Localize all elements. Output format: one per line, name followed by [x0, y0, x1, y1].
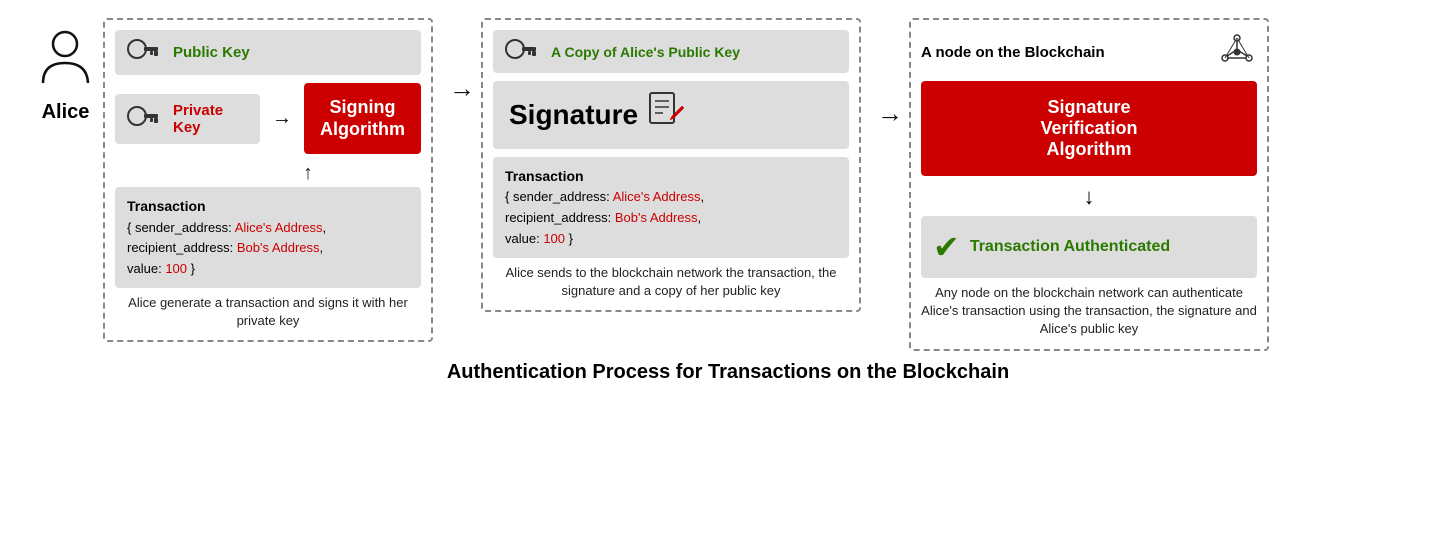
section2-box: A Copy of Alice's Public Key Signature: [481, 18, 861, 312]
private-key-icon: [127, 105, 163, 132]
transaction-line1-2: { sender_address: Alice's Address,: [505, 187, 837, 208]
section1-box: Public Key Private Key →: [103, 18, 433, 342]
arrow-2-to-3: →: [871, 18, 909, 129]
transaction-line1-1: { sender_address: Alice's Address,: [127, 218, 409, 239]
public-key-copy-icon: [505, 38, 541, 65]
private-key-box: Private Key: [115, 94, 260, 144]
arrow-1-to-2: →: [443, 18, 481, 104]
down-arrow-verif: ↓: [921, 184, 1257, 210]
footer-title: Authentication Process for Transactions …: [38, 361, 1418, 384]
public-key-label: Public Key: [173, 44, 250, 61]
public-key-copy-label: A Copy of Alice's Public Key: [551, 44, 740, 60]
transaction-line3-1: value: 100 }: [127, 259, 409, 280]
section1-caption: Alice generate a transaction and signs i…: [115, 294, 421, 330]
section3-caption: Any node on the blockchain network can a…: [921, 284, 1257, 339]
arrow-to-signing: →: [272, 107, 292, 130]
authenticated-label: Transaction Authenticated: [970, 238, 1170, 256]
section3-box: A node on the Blockchain: [909, 18, 1269, 351]
signature-icon: [648, 91, 686, 139]
transaction-line2-2: recipient_address: Bob's Address,: [505, 208, 837, 229]
private-key-label: Private Key: [173, 102, 248, 136]
verification-algorithm-box: Signature Verification Algorithm: [921, 81, 1257, 176]
signature-label: Signature: [509, 99, 638, 131]
private-key-row: Private Key → Signing Algorithm: [115, 83, 421, 154]
public-key-box: Public Key: [115, 30, 421, 75]
up-arrow: ↑: [115, 162, 421, 185]
transaction-line2-1: recipient_address: Bob's Address,: [127, 238, 409, 259]
check-icon: ✔: [933, 228, 960, 266]
node-label: A node on the Blockchain: [921, 44, 1105, 61]
transaction-box-1: Transaction { sender_address: Alice's Ad…: [115, 187, 421, 288]
public-key-copy-box: A Copy of Alice's Public Key: [493, 30, 849, 73]
signature-box: Signature: [493, 81, 849, 149]
transaction-title-2: Transaction: [505, 165, 837, 187]
transaction-title-1: Transaction: [127, 195, 409, 217]
alice-label: Alice: [42, 101, 90, 124]
section2-caption: Alice sends to the blockchain network th…: [493, 264, 849, 300]
authenticated-box: ✔ Transaction Authenticated: [921, 216, 1257, 278]
node-header: A node on the Blockchain: [921, 30, 1257, 75]
transaction-line3-2: value: 100 }: [505, 229, 837, 250]
transaction-box-2: Transaction { sender_address: Alice's Ad…: [493, 157, 849, 258]
alice-icon: [38, 28, 93, 99]
alice-section: Alice: [38, 18, 93, 124]
signing-algorithm-box: Signing Algorithm: [304, 83, 421, 154]
public-key-icon: [127, 38, 163, 67]
blockchain-icon: [1217, 30, 1257, 75]
